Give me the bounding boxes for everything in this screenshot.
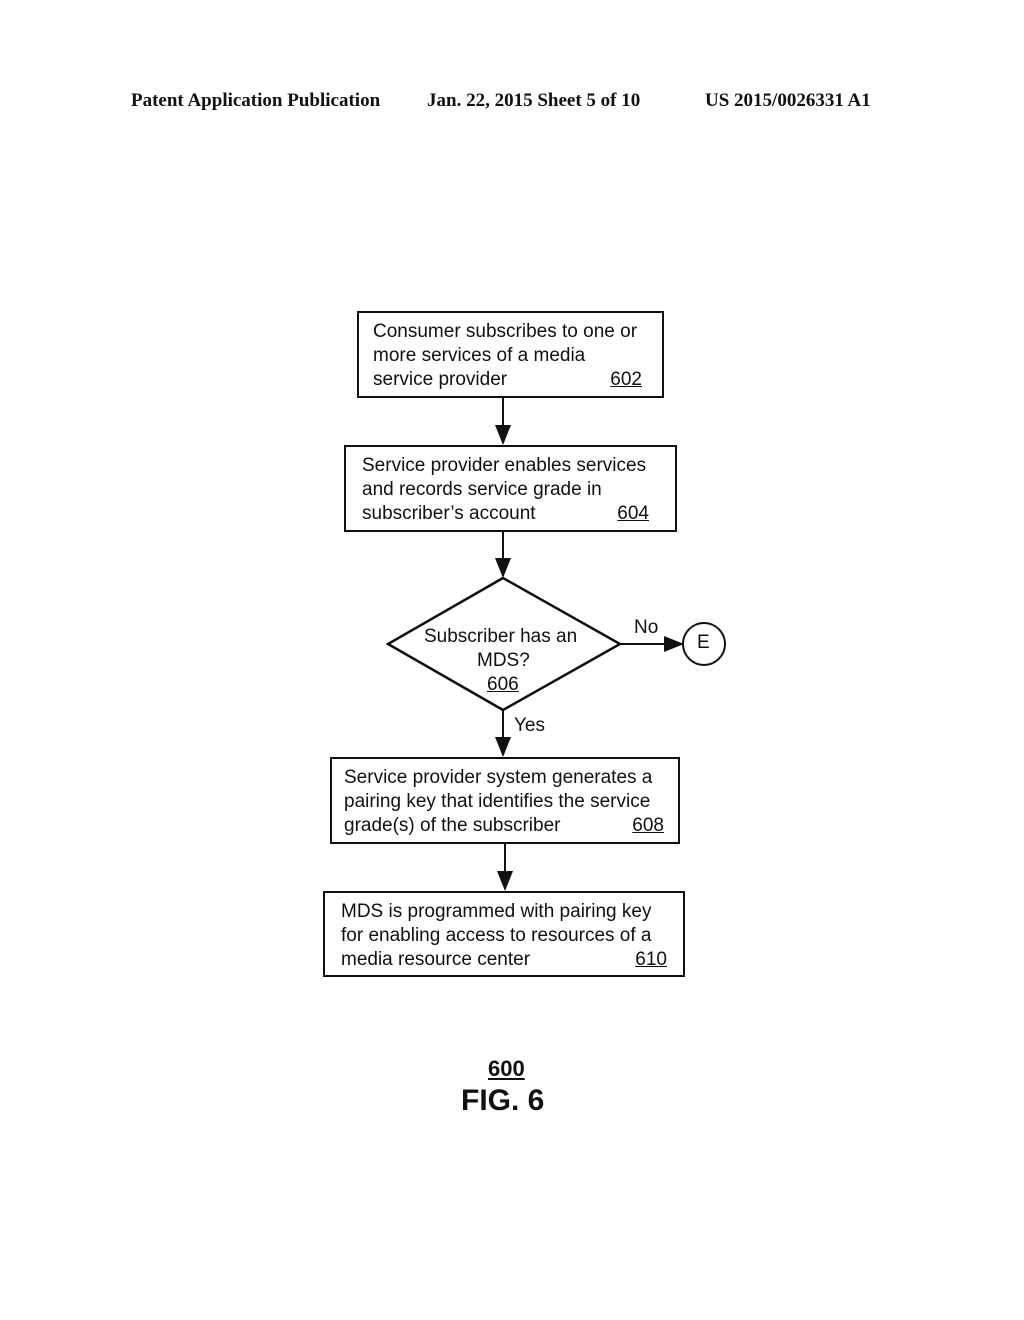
step-602-line-1: Consumer subscribes to one or [373, 321, 638, 342]
step-608-box: Service provider system generates a pair… [330, 757, 680, 844]
step-602-ref: 602 [610, 369, 642, 390]
step-602-line-2: more services of a media [373, 345, 586, 366]
step-610-box: MDS is programmed with pairing key for e… [323, 891, 685, 977]
step-604-box: Service provider enables services and re… [344, 445, 677, 532]
step-602-box: Consumer subscribes to one or more servi… [357, 311, 664, 398]
step-610-line-1: MDS is programmed with pairing key [341, 901, 652, 922]
decision-606-ref: 606 [487, 674, 519, 695]
decision-606-line-2: MDS? [477, 650, 530, 671]
decision-606-line-1: Subscriber has an [424, 626, 578, 647]
step-604-line-2: and records service grade in [362, 479, 602, 500]
connector-e-label: E [697, 632, 710, 653]
branch-no-label: No [634, 617, 659, 638]
figure-label: FIG. 6 [461, 1084, 545, 1117]
step-608-line-2: pairing key that identifies the service [344, 791, 651, 812]
step-604-ref: 604 [617, 503, 649, 524]
branch-yes-label: Yes [514, 715, 545, 736]
figure-number: 600 [488, 1056, 525, 1081]
step-608-line-1: Service provider system generates a [344, 767, 653, 788]
step-608-ref: 608 [632, 815, 664, 836]
step-608-line-3: grade(s) of the subscriber [344, 815, 561, 836]
step-610-line-2: for enabling access to resources of a [341, 925, 652, 946]
step-610-ref: 610 [635, 949, 667, 970]
step-610-line-3: media resource center [341, 949, 531, 970]
step-604-line-1: Service provider enables services [362, 455, 647, 476]
